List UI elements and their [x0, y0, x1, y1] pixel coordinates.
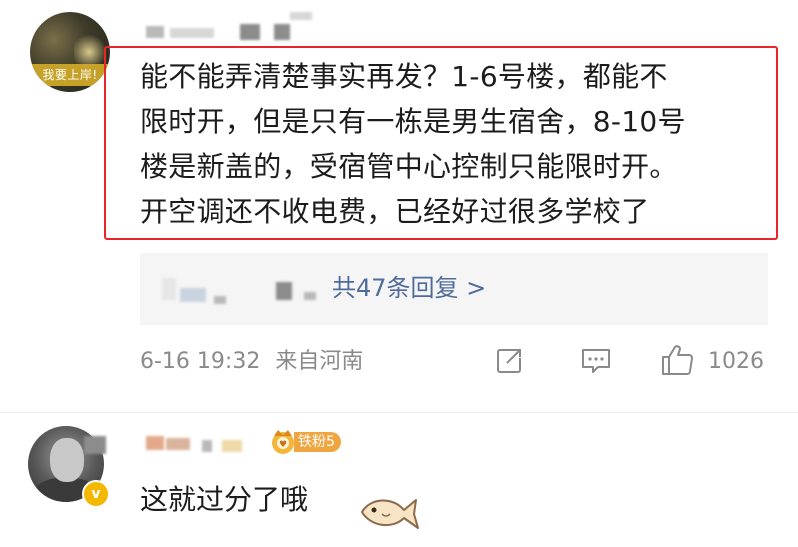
view-replies-link[interactable]: 共47条回复 >: [332, 270, 486, 306]
verified-badge: v: [82, 480, 110, 508]
comment-button[interactable]: [580, 346, 612, 376]
username-blur: [290, 12, 312, 20]
replier-blur: [214, 296, 226, 304]
fish-emoji-icon: [361, 499, 419, 529]
avatar[interactable]: 我要上岸!: [30, 12, 110, 92]
comment-text: 这就过分了哦: [140, 483, 309, 516]
comment-text-line: 楼是新盖的，受宿管中心控制只能限时开。: [140, 150, 678, 183]
fan-level-label: 铁粉5: [294, 432, 341, 452]
username-blur: [170, 28, 214, 38]
replier-blur: [276, 282, 292, 300]
comment-icon: [582, 349, 610, 373]
share-button[interactable]: [494, 346, 524, 376]
divider: [0, 412, 798, 413]
avatar-blur: [84, 436, 106, 454]
timestamp: 6-16 19:32: [140, 349, 261, 374]
fan-badge[interactable]: ♥ 铁粉5: [268, 428, 341, 456]
username-blur[interactable]: [146, 26, 164, 38]
username-blur: [274, 24, 290, 40]
username-blur: [166, 438, 190, 450]
username-blur: [240, 24, 260, 40]
fish-emoji: [356, 490, 422, 538]
replier-blur: [304, 292, 316, 300]
like-button[interactable]: [660, 343, 696, 377]
svg-text:♥: ♥: [279, 440, 287, 450]
avatar-banner: 我要上岸!: [30, 64, 110, 86]
comment-text: 能不能弄清楚事实再发？1-6号楼，都能不 限时开，但是只有一栋是男生宿舍，8-1…: [140, 54, 770, 234]
comment-text-line: 开空调还不收电费，已经好过很多学校了: [140, 195, 650, 228]
comment-meta: 6-16 19:32 来自河南: [140, 345, 363, 379]
username-blur: [222, 440, 242, 452]
replier-blur: [162, 278, 176, 300]
replier-blur: [180, 288, 206, 302]
comment-text-line: 限时开，但是只有一栋是男生宿舍，8-10号: [140, 105, 686, 138]
comment-text-line: 能不能弄清楚事实再发？1-6号楼，都能不: [140, 60, 668, 93]
avatar-face: [50, 438, 84, 482]
thumbs-up-icon: [662, 345, 693, 375]
source-location: 来自河南: [275, 349, 364, 374]
share-icon: [497, 349, 521, 373]
username-blur: [202, 440, 212, 452]
like-count: 1026: [708, 349, 764, 374]
username-blur[interactable]: [146, 436, 164, 450]
